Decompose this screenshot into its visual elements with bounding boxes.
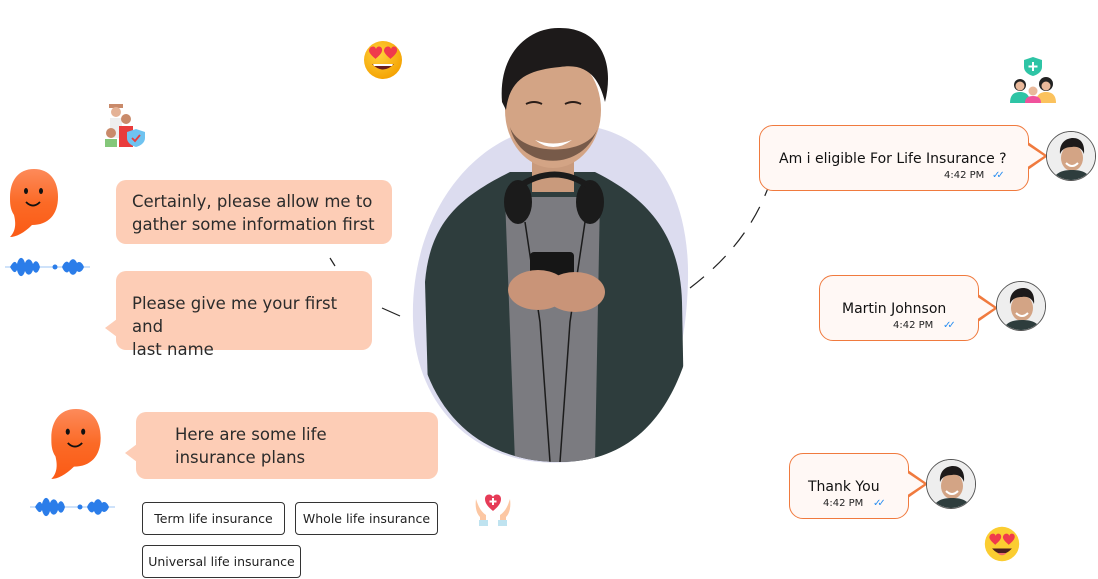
hands-heart-icon	[475, 494, 511, 526]
bot-message-1-line1: Certainly, please allow me to	[132, 192, 373, 211]
bubble-tail	[976, 296, 994, 320]
user-avatar	[926, 459, 976, 509]
bot-message-3-line1: Here are some life	[175, 425, 327, 444]
option-universal-life-insurance[interactable]: Universal life insurance	[142, 545, 301, 578]
user-message-2-time: 4:42 PM	[893, 320, 934, 331]
family-insurance-shield-icon	[105, 104, 145, 147]
user-message-1: Am i eligible For Life Insurance ? 4:42 …	[759, 125, 1048, 191]
user-message-2: Martin Johnson 4:42 PM ✓✓	[819, 275, 998, 341]
bot-message-1-line2: gather some information first	[132, 215, 375, 234]
bot-message-2: Please give me your first and last name	[105, 271, 372, 359]
bot-message-3: Here are some life insurance plans	[125, 412, 438, 479]
bot-message-1: Certainly, please allow me to gather som…	[116, 180, 392, 244]
voice-waveform-icon[interactable]	[5, 254, 90, 280]
read-receipt-icon: ✓✓	[943, 320, 956, 331]
read-receipt-icon: ✓✓	[992, 170, 1005, 181]
user-message-3-text: Thank You	[808, 479, 880, 495]
voice-waveform-icon[interactable]	[30, 494, 115, 520]
bubble-tail	[1026, 144, 1044, 168]
heart-eyes-emoji	[984, 526, 1020, 562]
bubble-tail	[906, 472, 924, 496]
user-message-3-time: 4:42 PM	[823, 498, 864, 509]
user-message-1-text: Am i eligible For Life Insurance ?	[779, 151, 1007, 167]
bot-message-2-line2: last name	[132, 340, 214, 359]
user-avatar	[1046, 131, 1096, 181]
user-message-1-time: 4:42 PM	[944, 170, 985, 181]
option-whole-life-insurance[interactable]: Whole life insurance	[295, 502, 438, 535]
group-health-shield-icon	[1010, 57, 1056, 103]
bot-avatar-icon	[10, 169, 58, 237]
option-term-life-insurance[interactable]: Term life insurance	[142, 502, 285, 535]
user-message-3: Thank You 4:42 PM ✓✓	[789, 453, 928, 519]
heart-eyes-emoji	[364, 41, 402, 79]
bot-avatar-icon	[51, 409, 101, 479]
user-avatar	[996, 281, 1046, 331]
bubble-tail	[105, 319, 117, 337]
user-message-2-text: Martin Johnson	[842, 301, 947, 317]
bubble-tail	[125, 444, 137, 462]
bot-message-3-line2: insurance plans	[175, 448, 306, 467]
bot-message-2-line1: Please give me your first and	[132, 294, 338, 336]
read-receipt-icon: ✓✓	[873, 498, 886, 509]
